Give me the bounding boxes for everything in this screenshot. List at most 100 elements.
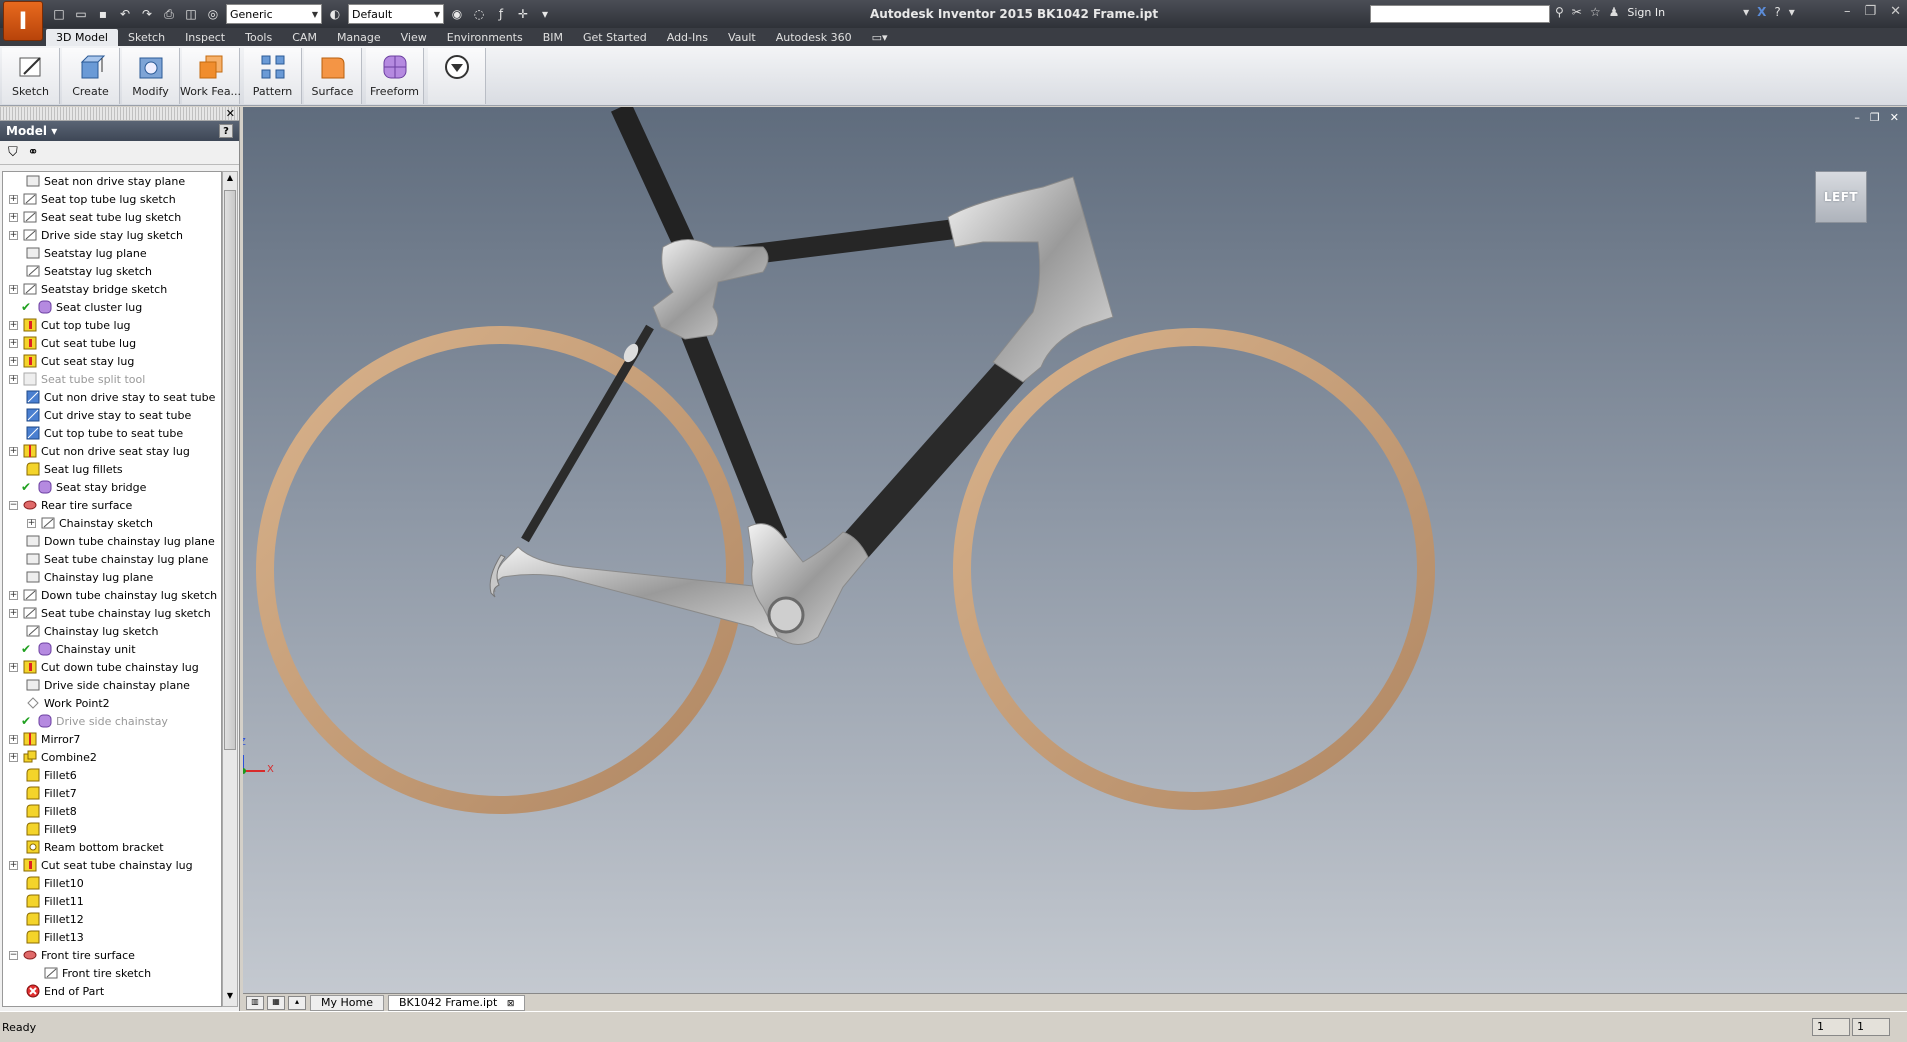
ribbon-more-button[interactable] — [428, 48, 486, 104]
expand-toggle-icon[interactable]: + — [9, 662, 18, 672]
tab-tools[interactable]: Tools — [235, 29, 282, 46]
close-icon[interactable]: ✕ — [226, 107, 235, 120]
browser-header[interactable]: Model ▾ ? — [0, 121, 239, 141]
customize-icon[interactable]: ▾ — [536, 5, 554, 23]
tree-item[interactable]: Front tire sketch — [3, 964, 221, 982]
tab-view[interactable]: View — [391, 29, 437, 46]
help-search-input[interactable] — [1370, 5, 1550, 23]
tree-item[interactable]: Ream bottom bracket — [3, 838, 221, 856]
tree-item[interactable]: + Seatstay bridge sketch — [3, 280, 221, 298]
update-icon[interactable]: ◎ — [204, 5, 222, 23]
tree-item[interactable]: + Cut non drive seat stay lug — [3, 442, 221, 460]
expand-toggle-icon[interactable]: + — [9, 230, 18, 240]
exchange-apps-icon[interactable]: X — [1757, 5, 1766, 19]
tree-item[interactable]: ✔ Chainstay unit — [3, 640, 221, 658]
tab-vault[interactable]: Vault — [718, 29, 766, 46]
tree-item[interactable]: + Cut seat tube chainstay lug — [3, 856, 221, 874]
tree-item[interactable]: Drive side chainstay plane — [3, 676, 221, 694]
seat-cluster-lug[interactable] — [652, 239, 769, 340]
tab-get-started[interactable]: Get Started — [573, 29, 657, 46]
tab-menu-icon[interactable]: ▴ — [288, 995, 306, 1010]
tree-item[interactable]: − Rear tire surface — [3, 496, 221, 514]
modify-button[interactable]: Modify — [122, 48, 180, 104]
tree-item[interactable]: + Drive side stay lug sketch — [3, 226, 221, 244]
minimize-icon[interactable]: – — [1844, 4, 1851, 19]
tree-item[interactable]: + Seat tube chainstay lug sketch — [3, 604, 221, 622]
search-icon[interactable]: ⚲ — [1555, 5, 1564, 19]
new-icon[interactable]: □ — [50, 5, 68, 23]
pattern-button[interactable]: Pattern — [244, 48, 302, 104]
save-icon[interactable]: ▪ — [94, 5, 112, 23]
tab-inspect[interactable]: Inspect — [175, 29, 235, 46]
tree-item[interactable]: Work Point2 — [3, 694, 221, 712]
close-icon[interactable]: ✕ — [1890, 4, 1901, 19]
sketch-button[interactable]: Sketch — [2, 48, 60, 104]
tab-cam[interactable]: CAM — [282, 29, 327, 46]
open-icon[interactable]: ▭ — [72, 5, 90, 23]
help-icon[interactable]: ? — [219, 124, 233, 138]
freeform-button[interactable]: Freeform — [366, 48, 424, 104]
tree-item[interactable]: + Mirror7 — [3, 730, 221, 748]
tree-item[interactable]: + Seat tube split tool — [3, 370, 221, 388]
filter-icon[interactable]: ⛉ — [8, 145, 18, 160]
doc-tab-frame[interactable]: BK1042 Frame.ipt ⊠ — [387, 994, 526, 1011]
tree-item[interactable]: Cut drive stay to seat tube — [3, 406, 221, 424]
expand-toggle-icon[interactable]: + — [9, 194, 18, 204]
adjust-appearance-icon[interactable]: ◉ — [448, 5, 466, 23]
expand-toggle-icon[interactable]: + — [9, 356, 18, 366]
tree-item[interactable]: ✔ Seat stay bridge — [3, 478, 221, 496]
favorites-icon[interactable]: ☆ — [1590, 5, 1601, 19]
browser-scrollbar[interactable]: ▲ ▼ — [222, 171, 238, 1007]
tree-item[interactable]: + Cut seat tube lug — [3, 334, 221, 352]
scroll-up-icon[interactable]: ▲ — [224, 173, 236, 187]
tree-item[interactable]: Fillet13 — [3, 928, 221, 946]
chevron-down-icon[interactable]: ▾ — [1743, 5, 1749, 19]
tab-3d-model[interactable]: 3D Model — [46, 29, 118, 46]
tree-item[interactable]: Down tube chainstay lug plane — [3, 532, 221, 550]
tile-windows-icon[interactable]: ▥ — [246, 995, 264, 1010]
expand-toggle-icon[interactable]: + — [9, 860, 18, 870]
select-icon[interactable]: ◫ — [182, 5, 200, 23]
scroll-thumb[interactable] — [224, 190, 236, 750]
tree-item[interactable]: + Combine2 — [3, 748, 221, 766]
tab-bim[interactable]: BIM — [533, 29, 573, 46]
tree-item[interactable]: − Front tire surface — [3, 946, 221, 964]
material-dropdown[interactable]: Generic ▼ — [226, 4, 322, 24]
chevron-down-icon[interactable]: ▾ — [1789, 5, 1795, 19]
scroll-down-icon[interactable]: ▼ — [224, 991, 236, 1005]
tree-item[interactable]: ✔ Drive side chainstay — [3, 712, 221, 730]
tree-item[interactable]: Seat tube chainstay lug plane — [3, 550, 221, 568]
tree-item[interactable]: + Cut down tube chainstay lug — [3, 658, 221, 676]
redo-icon[interactable]: ↷ — [138, 5, 156, 23]
tree-item[interactable]: Fillet7 — [3, 784, 221, 802]
application-menu-button[interactable]: I — [3, 1, 43, 41]
tree-item[interactable]: Fillet11 — [3, 892, 221, 910]
help-icon[interactable]: ? — [1774, 5, 1780, 19]
ribbon-options-icon[interactable]: ▭▾ — [862, 29, 898, 46]
expand-toggle-icon[interactable]: + — [9, 590, 18, 600]
tree-item[interactable]: Seatstay lug plane — [3, 244, 221, 262]
tree-item[interactable]: Chainstay lug sketch — [3, 622, 221, 640]
find-icon[interactable]: ⚭ — [28, 145, 39, 160]
parameters-icon[interactable]: ƒ — [492, 5, 510, 23]
expand-toggle-icon[interactable]: + — [9, 212, 18, 222]
tree-item[interactable]: + Cut seat stay lug — [3, 352, 221, 370]
close-icon[interactable]: ⊠ — [507, 999, 515, 1009]
expand-toggle-icon[interactable]: − — [9, 950, 18, 960]
restore-icon[interactable]: ❐ — [1864, 4, 1876, 19]
doc-tab-my-home[interactable]: My Home — [310, 994, 384, 1011]
tree-item[interactable]: + Seat top tube lug sketch — [3, 190, 221, 208]
appearance-icon[interactable]: ◐ — [326, 5, 344, 23]
tree-item[interactable]: + Seat seat tube lug sketch — [3, 208, 221, 226]
tab-sketch[interactable]: Sketch — [118, 29, 175, 46]
expand-toggle-icon[interactable]: + — [9, 338, 18, 348]
expand-toggle-icon[interactable]: + — [9, 752, 18, 762]
tree-item[interactable]: + Chainstay sketch — [3, 514, 221, 532]
tree-item[interactable]: Cut non drive stay to seat tube — [3, 388, 221, 406]
expand-toggle-icon[interactable]: − — [9, 500, 18, 510]
sign-in-link[interactable]: Sign In — [1627, 6, 1665, 19]
work-features-button[interactable]: Work Fea... — [180, 48, 241, 104]
undo-icon[interactable]: ↶ — [116, 5, 134, 23]
tab-autodesk-360[interactable]: Autodesk 360 — [766, 29, 862, 46]
tree-item[interactable]: ✔ Seat cluster lug — [3, 298, 221, 316]
